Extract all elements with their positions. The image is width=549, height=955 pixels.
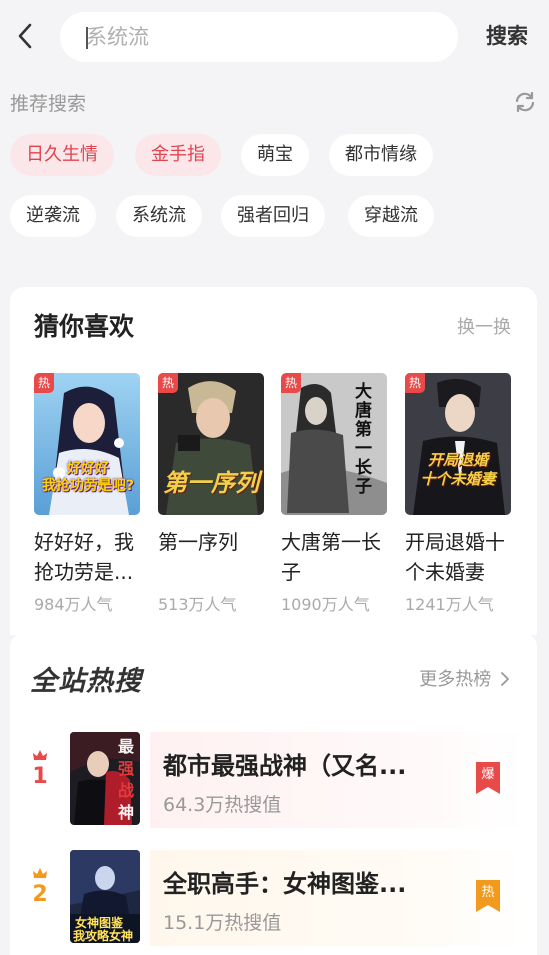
book-card[interactable]: 热 大唐第一长子 大唐第一长子 1090万人气 xyxy=(281,373,391,615)
chevron-right-icon xyxy=(501,670,509,691)
svg-text:最: 最 xyxy=(118,737,135,756)
cover-text: 第一序列 xyxy=(163,469,259,497)
hot-badge: 热 xyxy=(158,373,178,393)
search-tag[interactable]: 萌宝 xyxy=(241,134,309,176)
flag-label: 热 xyxy=(481,885,495,900)
svg-text:神: 神 xyxy=(118,803,134,822)
book-title: 第一序列 xyxy=(158,530,238,554)
search-tag[interactable]: 强者回归 xyxy=(221,195,325,237)
more-ranking-label: 更多热榜 xyxy=(419,669,492,690)
guess-title: 猜你喜欢 xyxy=(34,312,135,341)
book-card[interactable]: 热 开局退婚 十个未婚妻 开局退婚十个未婚妻 1241万人气 xyxy=(405,373,515,615)
hot-value: 64.3万热搜值 xyxy=(163,794,282,816)
refresh-icon[interactable] xyxy=(512,89,538,115)
book-cover: 热 大唐第一长子 xyxy=(281,373,387,515)
book-title: 开局退婚十个未婚妻 xyxy=(405,530,505,584)
text-caret xyxy=(86,27,88,49)
hot-badge: 热 xyxy=(34,373,54,393)
more-ranking-link[interactable]: 更多热榜 xyxy=(419,665,509,691)
cover-text: 大唐第一长子 xyxy=(355,382,372,497)
hot-book-title: 都市最强战神（又名... xyxy=(163,752,407,780)
book-cover: 最 强 战 神 xyxy=(70,732,140,825)
top-bar: 搜索 xyxy=(0,0,549,72)
search-box[interactable] xyxy=(60,12,458,62)
svg-text:我攻略女神: 我攻略女神 xyxy=(73,928,133,943)
hot-search-title: 全站热搜 xyxy=(30,666,142,697)
hot-badge: 热 xyxy=(281,373,301,393)
back-icon[interactable] xyxy=(14,22,38,50)
book-card[interactable]: 热 好好好 我抢功劳是吧? 好好好，我抢功劳是... 984万人气 xyxy=(34,373,144,615)
book-popularity: 984万人气 xyxy=(34,595,113,614)
search-tag[interactable]: 穿越流 xyxy=(348,195,434,237)
book-cover: 热 好好好 我抢功劳是吧? xyxy=(34,373,140,515)
flag-label: 爆 xyxy=(481,767,495,782)
svg-text:女神图鉴: 女神图鉴 xyxy=(75,915,124,930)
rank-number: 2 xyxy=(32,882,48,907)
search-input[interactable] xyxy=(86,12,446,62)
hot-value: 15.1万热搜值 xyxy=(163,912,282,934)
search-tag[interactable]: 逆袭流 xyxy=(10,195,96,237)
svg-text:战: 战 xyxy=(118,781,134,800)
hot-row[interactable]: 2 女神图鉴 我攻略女神 全职高手：女神图鉴... 15.1万热搜值 热 xyxy=(20,850,528,946)
svg-text:强: 强 xyxy=(118,759,134,778)
hot-row[interactable]: 1 最 强 战 神 都市最强战神（又名... 64.3万热搜值 爆 xyxy=(20,732,528,828)
bookmark-flag-icon: 热 xyxy=(476,880,500,912)
search-button[interactable]: 搜索 xyxy=(476,20,538,52)
cover-text: 开局退婚 十个未婚妻 xyxy=(420,451,496,488)
book-popularity: 1241万人气 xyxy=(405,595,494,614)
guess-card: 猜你喜欢 换一换 热 好好好 我抢功劳是吧? 好好好，我抢功劳是... 984万… xyxy=(10,287,537,635)
hot-badge: 热 xyxy=(405,373,425,393)
search-tag[interactable]: 都市情缘 xyxy=(329,134,433,176)
search-tag[interactable]: 系统流 xyxy=(116,195,202,237)
book-title: 大唐第一长子 xyxy=(281,530,381,584)
book-cover: 热 开局退婚 十个未婚妻 xyxy=(405,373,511,515)
hot-search-card: 全站热搜 更多热榜 1 最 强 战 神 都市最强战神（又名... 64.3万热搜… xyxy=(10,633,537,955)
book-title: 好好好，我抢功劳是... xyxy=(34,530,134,584)
crown-icon xyxy=(32,746,48,760)
swap-button[interactable]: 换一换 xyxy=(457,313,511,339)
bookmark-flag-icon: 爆 xyxy=(476,762,500,794)
book-popularity: 1090万人气 xyxy=(281,595,370,614)
book-card[interactable]: 热 第一序列 第一序列 513万人气 xyxy=(158,373,268,615)
cover-text: 好好好 我抢功劳是吧? xyxy=(41,461,135,494)
search-tag[interactable]: 金手指 xyxy=(135,134,221,176)
hot-book-title: 全职高手：女神图鉴... xyxy=(163,870,407,898)
book-cover: 热 第一序列 xyxy=(158,373,264,515)
recommend-title: 推荐搜索 xyxy=(10,93,87,115)
book-cover: 女神图鉴 我攻略女神 xyxy=(70,850,140,943)
search-tag[interactable]: 日久生情 xyxy=(10,134,114,176)
crown-icon xyxy=(32,864,48,878)
book-popularity: 513万人气 xyxy=(158,595,237,614)
rank-number: 1 xyxy=(32,764,48,789)
